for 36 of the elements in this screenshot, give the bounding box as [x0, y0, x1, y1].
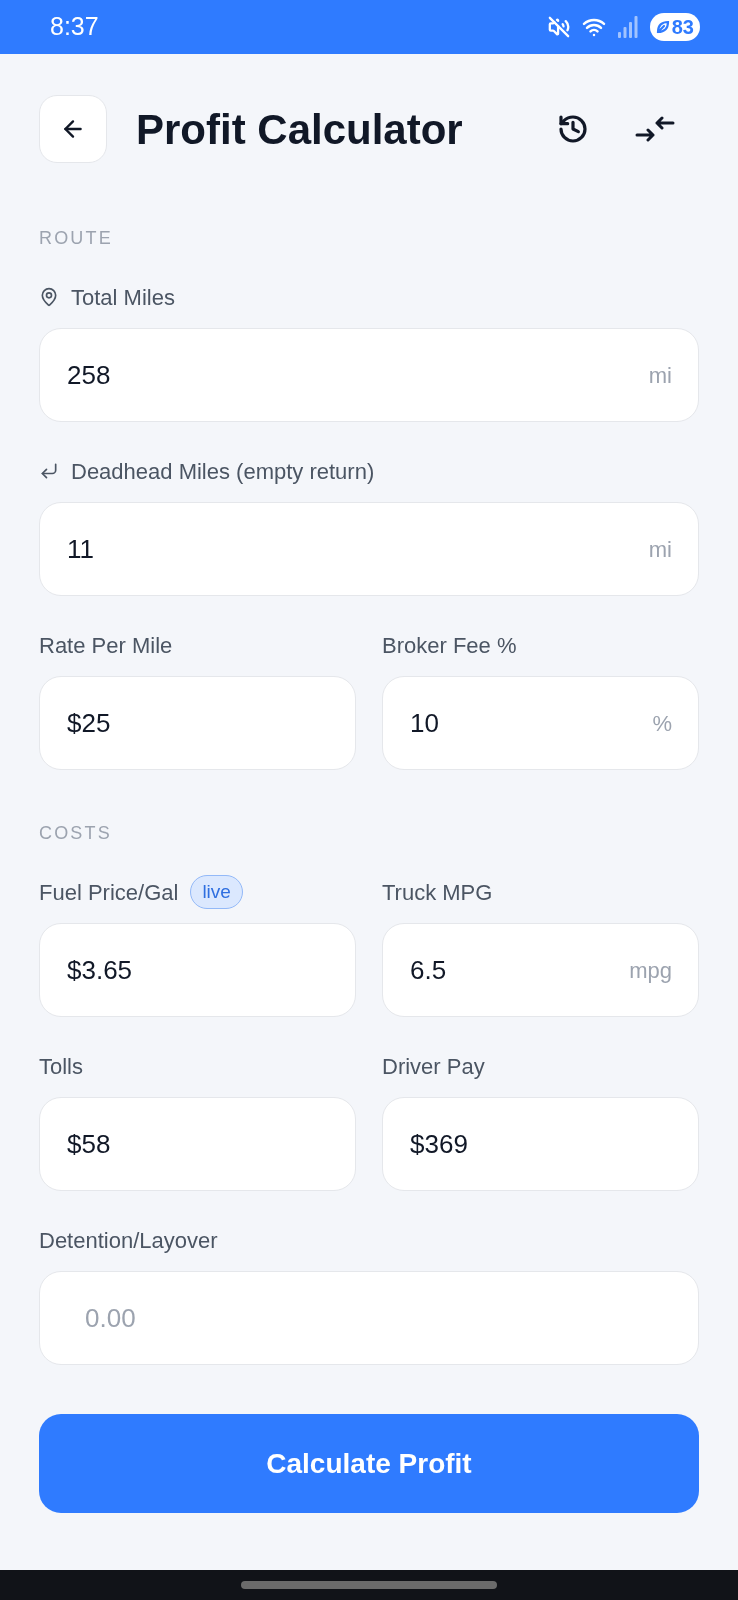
input-field[interactable]: $3.65 [39, 923, 356, 1017]
unit-suffix: mi [648, 535, 672, 564]
back-button[interactable] [39, 95, 107, 163]
unit-suffix: mi [648, 361, 672, 390]
field-label: Rate Per Mile [39, 631, 173, 660]
location-pin-icon [39, 287, 59, 307]
section-heading: COSTS [39, 823, 112, 843]
input-field[interactable]: $58 [39, 1097, 356, 1191]
battery-percentage: 83 [671, 17, 694, 37]
page-title: Profit Calculator [136, 104, 463, 155]
field-label: Detention/Layover [39, 1226, 218, 1255]
field-label: Fuel Price/Gal [39, 878, 179, 907]
mute-icon [547, 16, 570, 38]
field-label: Broker Fee % [382, 631, 517, 660]
input-field[interactable]: 10 % [382, 676, 699, 770]
return-arrow-icon [39, 461, 59, 481]
calculate-button[interactable]: Calculate Profit [39, 1414, 699, 1513]
section-heading: ROUTE [39, 228, 113, 248]
converging-arrows-icon [635, 116, 675, 142]
input-field[interactable]: $369 [382, 1097, 699, 1191]
history-icon [557, 113, 589, 145]
unit-suffix: mpg [629, 956, 672, 985]
input-field[interactable]: 258 mi [39, 328, 699, 422]
field-label: Deadhead Miles (empty return) [71, 457, 375, 486]
field-label: Driver Pay [382, 1052, 485, 1081]
field-label: Truck MPG [382, 878, 493, 907]
unit-suffix: % [652, 709, 672, 738]
status-badge: live [190, 875, 243, 909]
field-label: Total Miles [71, 283, 175, 312]
input-field[interactable]: $25 [39, 676, 356, 770]
leaf-icon [655, 20, 670, 34]
input-field[interactable]: 6.5 mpg [382, 923, 699, 1017]
status-time: 8:37 [50, 11, 99, 43]
field-label: Tolls [39, 1052, 83, 1081]
input-field[interactable]: 11 mi [39, 502, 699, 596]
signal-icon [617, 16, 638, 38]
